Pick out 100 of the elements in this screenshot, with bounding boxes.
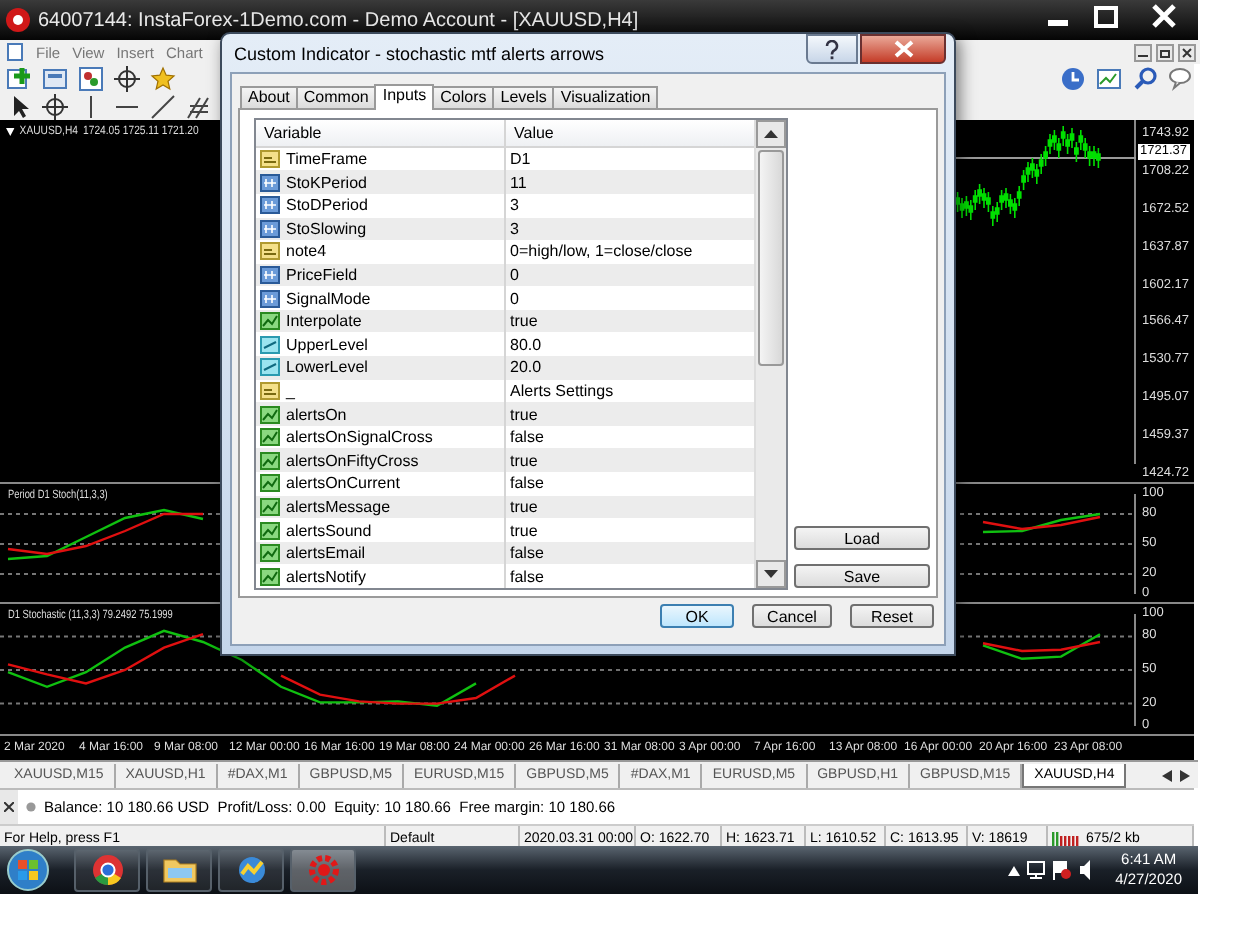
document-icon: [6, 42, 24, 62]
taskbar-button[interactable]: [218, 848, 284, 892]
search-icon[interactable]: [1132, 65, 1158, 91]
scroll-thumb[interactable]: [758, 149, 784, 366]
side-button[interactable]: Save: [794, 564, 930, 588]
variable-cell[interactable]: alertsOnFiftyCross: [256, 448, 506, 473]
value-cell[interactable]: 0: [506, 286, 754, 310]
value-cell[interactable]: 3: [506, 217, 754, 241]
value-cell[interactable]: true: [506, 309, 754, 333]
dialog-tab[interactable]: Colors: [432, 86, 495, 108]
scroll-left-icon[interactable]: [1162, 769, 1172, 781]
variable-cell[interactable]: alertsEmail: [256, 541, 506, 565]
clock-icon[interactable]: [1060, 65, 1086, 91]
dialog-title: Custom Indicator - stochastic mtf alerts arrows: [232, 43, 607, 63]
taskbar-button[interactable]: [74, 848, 140, 892]
value-cell[interactable]: false: [506, 564, 754, 588]
show-hidden-icons-icon[interactable]: [1007, 865, 1020, 875]
close-button[interactable]: [860, 34, 946, 64]
value-cell[interactable]: true: [506, 402, 754, 426]
value-cell[interactable]: 0: [506, 263, 754, 287]
chart-icon[interactable]: [78, 65, 104, 91]
star-icon[interactable]: [150, 65, 176, 91]
gear-icon: [307, 854, 339, 886]
flag-icon[interactable]: [1051, 860, 1072, 880]
value-cell[interactable]: D1: [506, 147, 754, 171]
dialog-button[interactable]: OK: [660, 604, 734, 628]
text-type-icon: [260, 242, 280, 261]
crosshair-icon[interactable]: [114, 65, 140, 91]
variable-cell[interactable]: Interpolate: [256, 309, 506, 333]
value-cell[interactable]: 3: [506, 193, 754, 217]
variable-cell[interactable]: PriceField: [256, 263, 506, 287]
dialog-tab[interactable]: About: [240, 86, 298, 108]
number-type-icon: [260, 173, 280, 192]
close-icon[interactable]: [1178, 43, 1196, 61]
window-icon[interactable]: [42, 65, 68, 91]
variable-cell[interactable]: StoSlowing: [256, 217, 506, 241]
chart-type-icon: [260, 497, 280, 516]
chart-type-icon: [260, 428, 280, 447]
network-icon[interactable]: [1025, 860, 1046, 880]
text-type-icon: [260, 150, 280, 169]
text-type-icon: [260, 381, 280, 400]
value-cell[interactable]: false: [506, 425, 754, 449]
dialog-tab[interactable]: Levels: [492, 86, 555, 108]
chart-type-icon: [260, 312, 280, 331]
scrollbar[interactable]: [754, 119, 786, 588]
value-cell[interactable]: 80.0: [506, 332, 754, 357]
column-header[interactable]: Variable: [256, 120, 506, 146]
value-cell[interactable]: 20.0: [506, 356, 754, 380]
close-icon[interactable]: [4, 802, 14, 812]
scroll-down-icon[interactable]: [756, 560, 786, 588]
new-chart-icon[interactable]: [6, 65, 32, 91]
value-cell[interactable]: false: [506, 472, 754, 496]
number-type-icon: [260, 196, 280, 215]
window-title: 64007144: InstaForex-1Demo.com - Demo Account - [XAUUSD,H4]: [38, 9, 641, 31]
picture-icon[interactable]: [1096, 65, 1122, 91]
dropdown-icon[interactable]: [6, 128, 15, 136]
browser-icon: [91, 854, 123, 886]
value-cell[interactable]: Alerts Settings: [506, 379, 754, 403]
number-type-icon: [260, 219, 280, 238]
taskbar-button[interactable]: [146, 848, 212, 892]
minimize-icon[interactable]: [1134, 43, 1152, 61]
value-cell[interactable]: true: [506, 518, 754, 542]
trend-line-icon[interactable]: [150, 93, 176, 119]
variable-cell[interactable]: alertsOn: [256, 402, 506, 426]
dialog-tab[interactable]: Common: [295, 86, 377, 108]
variable-cell[interactable]: LowerLevel: [256, 356, 506, 380]
close-icon: [893, 40, 913, 58]
scroll-right-icon[interactable]: [1180, 769, 1190, 781]
chart-type-icon: [260, 474, 280, 493]
crosshair-icon[interactable]: [42, 93, 68, 119]
chart-type-icon: [260, 544, 280, 563]
variable-cell[interactable]: alertsMessage: [256, 495, 506, 519]
variable-cell[interactable]: alertsNotify: [256, 564, 506, 588]
dialog-tab[interactable]: Visualization: [552, 86, 659, 108]
side-button[interactable]: Load: [794, 526, 930, 550]
help-button[interactable]: [806, 34, 858, 64]
scroll-up-icon[interactable]: [756, 119, 786, 148]
app-logo-icon: [4, 6, 32, 34]
decimal-type-icon: [260, 335, 280, 354]
chart-type-icon: [260, 521, 280, 540]
start-button[interactable]: [4, 848, 52, 892]
value-cell[interactable]: true: [506, 495, 754, 519]
dialog-button[interactable]: Reset: [850, 604, 934, 628]
dialog-button[interactable]: Cancel: [752, 604, 832, 628]
dialog-tab[interactable]: Inputs: [374, 84, 435, 110]
chart-type-icon: [260, 567, 280, 586]
number-type-icon: [260, 289, 280, 308]
value-cell[interactable]: true: [506, 448, 754, 473]
restore-icon[interactable]: [1156, 43, 1174, 61]
help-icon: [824, 39, 840, 59]
chat-icon[interactable]: [1168, 65, 1194, 91]
speaker-icon[interactable]: [1077, 860, 1094, 880]
value-cell[interactable]: false: [506, 541, 754, 565]
decimal-type-icon: [260, 358, 280, 377]
trading-app-icon: [235, 854, 267, 886]
number-type-icon: [260, 265, 280, 284]
variable-cell[interactable]: StoKPeriod: [256, 170, 506, 194]
value-cell[interactable]: 11: [506, 170, 754, 194]
value-cell[interactable]: 0=high/low, 1=close/close: [506, 240, 754, 264]
chart-type-icon: [260, 405, 280, 424]
